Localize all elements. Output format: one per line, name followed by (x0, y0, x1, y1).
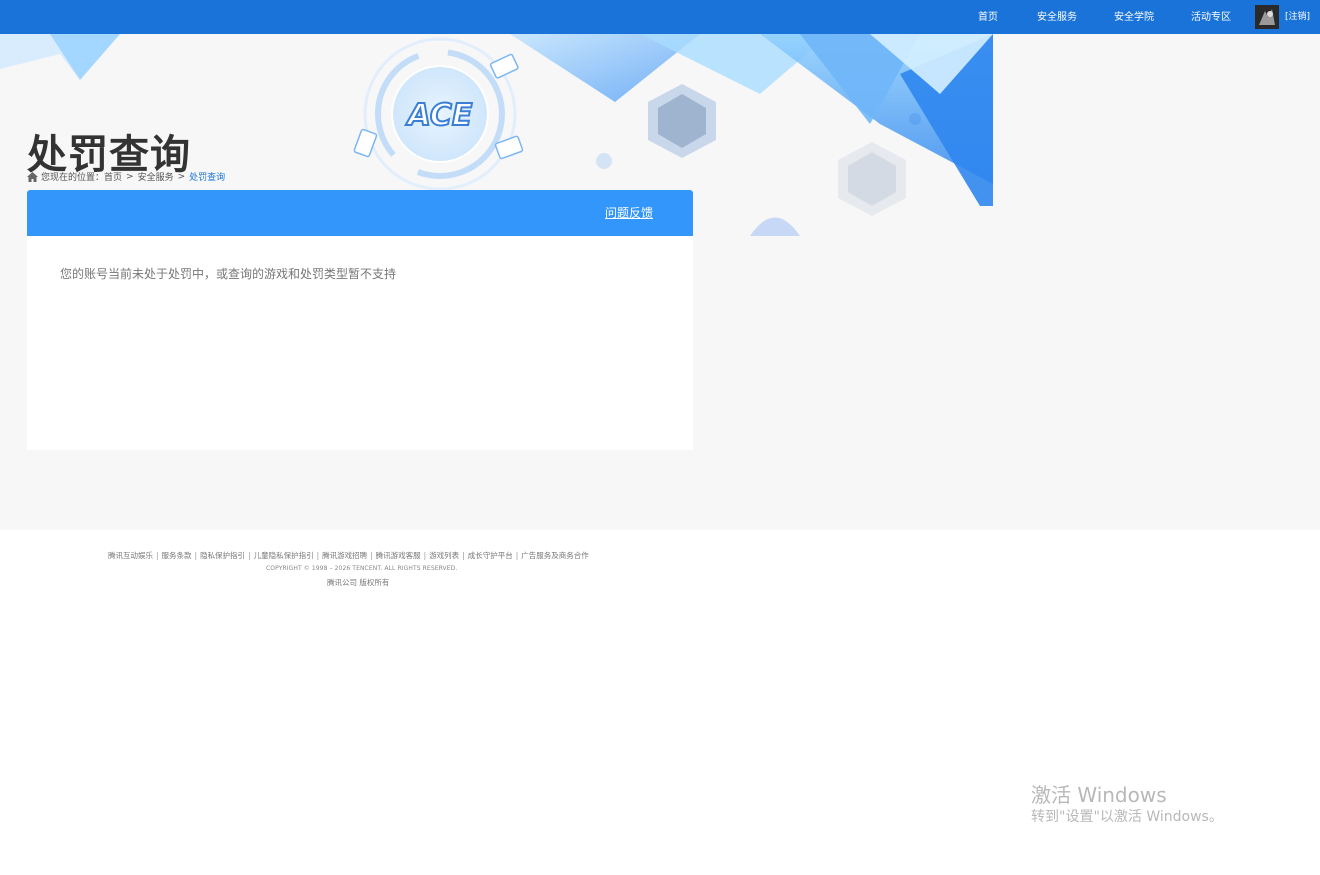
top-nav-bar: 首页 安全服务 安全学院 活动专区 [注销] (0, 0, 1320, 34)
footer-link-terms[interactable]: 服务条款 (162, 551, 192, 560)
logout-link[interactable]: [注销] (1285, 0, 1310, 34)
footer-rights: 腾讯公司 版权所有 (327, 578, 390, 587)
avatar[interactable] (1255, 5, 1279, 29)
footer-link-jobs[interactable]: 腾讯游戏招聘 (322, 551, 367, 560)
windows-activation-title: 激活 Windows (1031, 783, 1167, 807)
footer-separator: | (194, 551, 198, 560)
breadcrumb: 您现在的位置： 首页 > 安全服务 > 处罚查询 (27, 170, 225, 183)
avatar-image (1255, 5, 1279, 29)
footer-separator: | (316, 551, 320, 560)
breadcrumb-separator: > (177, 171, 186, 182)
breadcrumb-current: 处罚查询 (189, 173, 226, 183)
home-icon (27, 171, 38, 182)
footer-link-tencent-games[interactable]: 腾讯互动娱乐 (108, 551, 153, 560)
footer-separator: | (156, 551, 159, 560)
breadcrumb-prefix: 您现在的位置： (41, 173, 105, 183)
footer-separator: | (423, 551, 427, 560)
footer-link-support[interactable]: 腾讯游戏客服 (376, 551, 421, 560)
nav-item-events[interactable]: 活动专区 (1191, 0, 1231, 34)
footer-links: 腾讯互动娱乐 | 服务条款 | 隐私保护指引 | 儿童隐私保护指引 | 腾讯游戏招聘 | 腾讯游戏客… (108, 550, 589, 561)
breadcrumb-security-service[interactable]: 安全服务 (138, 170, 174, 183)
footer-separator: | (515, 551, 519, 560)
footer-separator: | (462, 551, 465, 560)
breadcrumb-home[interactable]: 首页 (104, 170, 122, 183)
footer-link-growth-guard[interactable]: 成长守护平台 (468, 551, 513, 560)
result-panel: 问题反馈 您的账号当前未处于处罚中，或查询的游戏和处罚类型暂不支持 (27, 190, 693, 450)
windows-activation-subtitle: 转到"设置"以激活 Windows。 (1031, 809, 1223, 825)
footer-link-child-privacy[interactable]: 儿童隐私保护指引 (254, 551, 314, 560)
nav-item-security-service[interactable]: 安全服务 (1037, 0, 1077, 34)
panel-header: 问题反馈 (27, 190, 693, 236)
footer-separator: | (248, 551, 251, 560)
breadcrumb-separator: > (126, 171, 134, 182)
nav-item-security-academy[interactable]: 安全学院 (1114, 0, 1154, 34)
footer-link-ads[interactable]: 广告服务及商务合作 (521, 551, 589, 560)
footer-separator: | (370, 551, 373, 560)
feedback-link[interactable]: 问题反馈 (605, 190, 653, 236)
result-message: 您的账号当前未处于处罚中，或查询的游戏和处罚类型暂不支持 (60, 267, 397, 281)
footer-copyright: COPYRIGHT © 1998 – 2026 TENCENT. ALL RIG… (266, 565, 458, 572)
footer-link-game-list[interactable]: 游戏列表 (429, 551, 459, 560)
nav-item-home[interactable]: 首页 (978, 0, 998, 34)
banner-logo-text: ACE (406, 98, 473, 133)
footer-link-privacy[interactable]: 隐私保护指引 (200, 551, 245, 560)
